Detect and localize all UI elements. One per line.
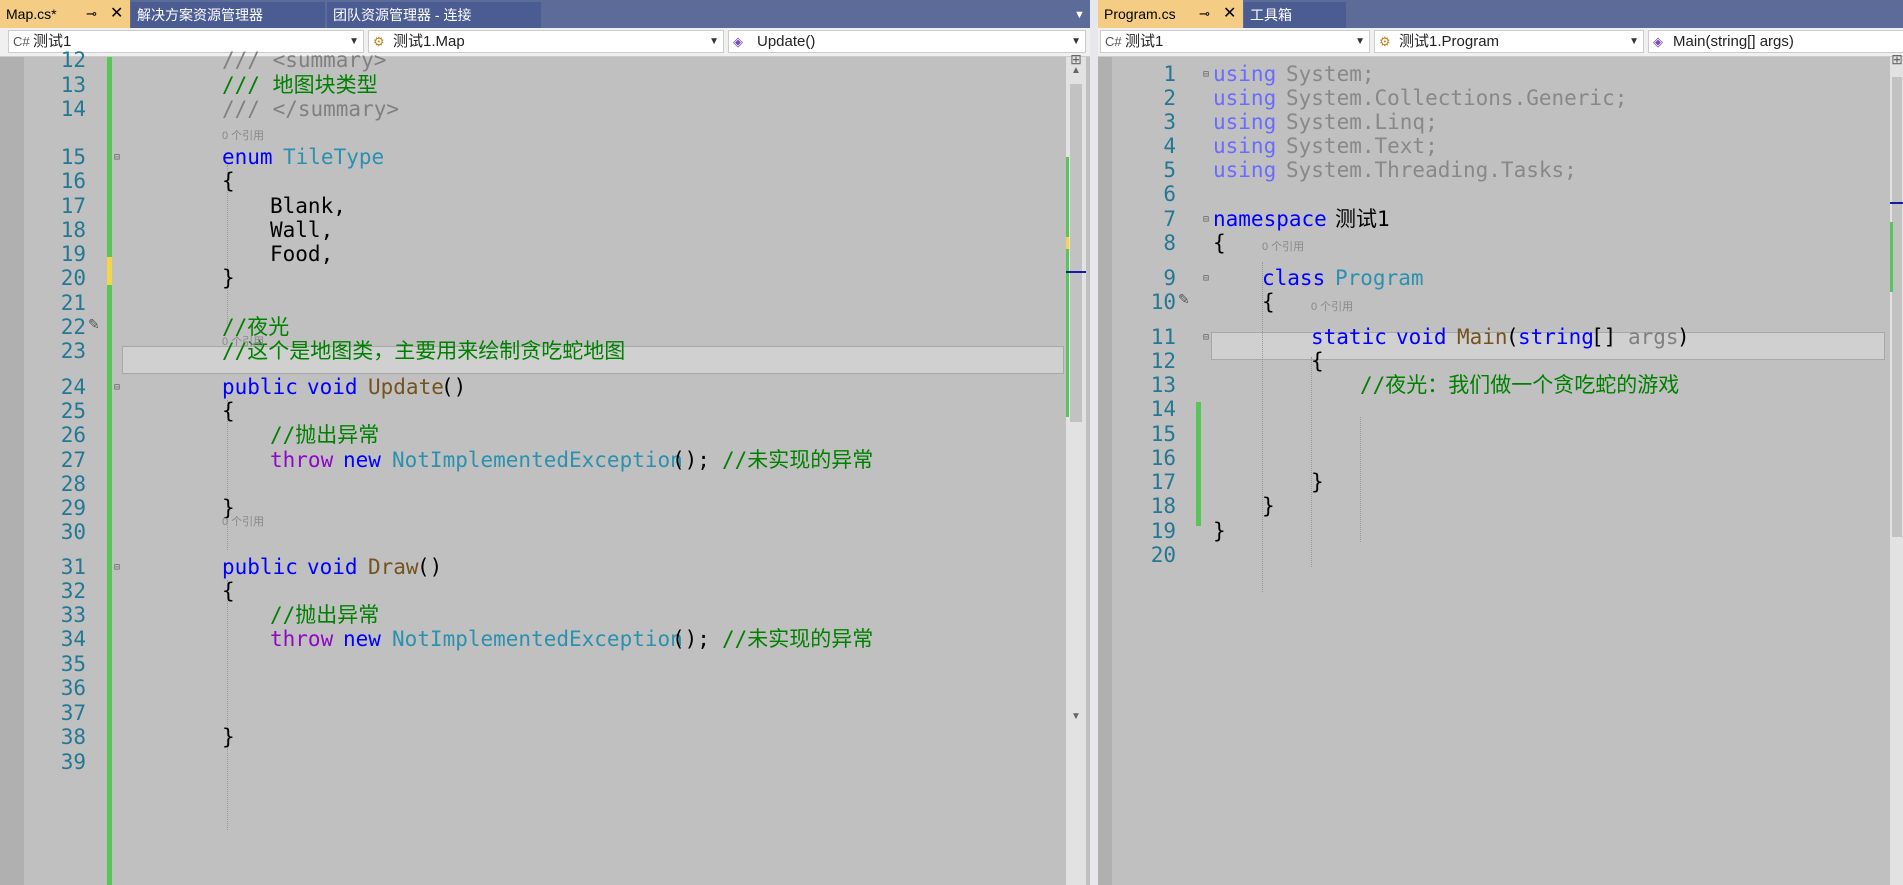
code-line-10: 10 ✎ {	[1098, 287, 1903, 317]
tab-label: Program.cs	[1104, 6, 1176, 22]
member-dropdown[interactable]: ◈ Main(string[] args)	[1648, 30, 1903, 53]
method-icon: ◈	[1653, 34, 1663, 49]
pane-splitter[interactable]	[1090, 0, 1098, 885]
quick-action-icon[interactable]: ✎	[1178, 291, 1190, 308]
chevron-down-icon: ▼	[1355, 36, 1365, 47]
caret-position-marker	[1066, 271, 1086, 273]
code-line-20: 20	[1098, 540, 1903, 570]
scrollbar-thumb[interactable]	[1892, 77, 1902, 537]
line-number: 14	[60, 97, 86, 121]
code-line-39: 39	[0, 747, 1090, 777]
change-marker	[1066, 157, 1069, 417]
tab-overflow-icon[interactable]: ▼	[1074, 2, 1085, 28]
right-navigation-bar: C# 测试1 ▼ ⚙ 测试1.Program ▼ ◈ Main(string[]…	[1098, 28, 1903, 57]
right-tab-bar: Program.cs ⊸ ✕ 工具箱	[1098, 0, 1903, 28]
change-marker	[1890, 222, 1893, 292]
collapse-icon[interactable]: ⊟	[114, 382, 120, 393]
close-icon[interactable]: ✕	[110, 0, 123, 28]
code-text: {	[1262, 290, 1275, 314]
project-dropdown[interactable]: C# 测试1 ▼	[1100, 30, 1370, 53]
chevron-down-icon: ▼	[1629, 36, 1639, 47]
quick-action-icon[interactable]: ✎	[88, 316, 100, 333]
collapse-icon[interactable]: ⊟	[114, 152, 120, 163]
reference-count-lens[interactable]: 0 个引用	[1311, 298, 1353, 314]
tab-team-explorer[interactable]: 团队资源管理器 - 连接	[327, 2, 541, 28]
tab-label: 团队资源管理器 - 连接	[333, 7, 472, 23]
close-icon[interactable]: ✕	[1223, 0, 1236, 28]
line-number: 10	[1150, 290, 1176, 314]
left-editor-pane: Map.cs* ⊸ ✕ 解决方案资源管理器 团队资源管理器 - 连接 ▼ C# …	[0, 0, 1090, 885]
split-view-icon[interactable]: ⊞	[1890, 51, 1903, 68]
tab-map-cs[interactable]: Map.cs* ⊸ ✕	[0, 0, 130, 28]
code-comment: //这个是地图类，主要用来绘制贪吃蛇地图	[222, 339, 626, 363]
scroll-down-arrow-icon[interactable]: ▼	[1066, 711, 1086, 722]
tab-toolbox[interactable]: 工具箱	[1244, 2, 1346, 28]
reference-count-lens[interactable]: 0 个引用	[222, 127, 264, 143]
collapse-icon[interactable]: ⊟	[114, 562, 120, 573]
code-text: {	[1213, 231, 1226, 255]
left-tab-bar: Map.cs* ⊸ ✕ 解决方案资源管理器 团队资源管理器 - 连接 ▼	[0, 0, 1090, 28]
tab-label: Map.cs*	[6, 6, 57, 22]
tab-label: 解决方案资源管理器	[137, 7, 263, 23]
tab-solution-explorer[interactable]: 解决方案资源管理器	[131, 2, 325, 28]
collapse-icon[interactable]: ⊟	[1203, 332, 1209, 343]
line-number: 23	[60, 339, 86, 363]
left-code-editor[interactable]: 12 /// <summary> 13 /// 地图块类型 14 /// </s…	[0, 48, 1090, 885]
code-line-23: 23 //这个是地图类，主要用来绘制贪吃蛇地图	[0, 336, 1090, 366]
line-number: 8	[1163, 231, 1176, 255]
tab-program-cs[interactable]: Program.cs ⊸ ✕	[1098, 0, 1243, 28]
line-number: 39	[60, 750, 86, 774]
reference-count-lens[interactable]: 0 个引用	[1262, 238, 1304, 254]
csharp-project-icon: C#	[1105, 34, 1122, 49]
member-dropdown-value: Main(string[] args)	[1673, 33, 1794, 50]
scrollbar-thumb[interactable]	[1070, 84, 1082, 422]
change-marker	[1066, 237, 1069, 249]
reference-count-lens[interactable]: 0 个引用	[222, 333, 264, 349]
project-dropdown-value: 测试1	[1125, 33, 1164, 50]
right-editor-pane: Program.cs ⊸ ✕ 工具箱 C# 测试1 ▼ ⚙ 测试1.Progra…	[1098, 0, 1903, 885]
pin-icon[interactable]: ⊸	[1199, 0, 1210, 28]
vertical-scrollbar[interactable]: ⊞ ▲ ▼	[1066, 51, 1086, 885]
line-number: 20	[1150, 543, 1176, 567]
line-number: 30	[60, 520, 86, 544]
reference-count-lens[interactable]: 0 个引用	[222, 513, 264, 529]
code-line-8: 8 {	[1098, 228, 1903, 258]
scroll-up-arrow-icon[interactable]: ▲	[1066, 65, 1086, 76]
vertical-scrollbar[interactable]: ⊞	[1890, 51, 1903, 885]
right-code-editor[interactable]: 1 ⊟ using System; 2 using System.Collect…	[1098, 51, 1903, 885]
class-icon: ⚙	[1379, 34, 1391, 49]
class-dropdown[interactable]: ⚙ 测试1.Program ▼	[1374, 30, 1644, 53]
code-line-14: 14 /// </summary>	[0, 94, 1090, 124]
collapse-icon[interactable]: ⊟	[1203, 69, 1209, 80]
caret-position-marker	[1890, 202, 1903, 204]
collapse-icon[interactable]: ⊟	[1203, 273, 1209, 284]
tab-label: 工具箱	[1250, 7, 1292, 23]
collapse-icon[interactable]: ⊟	[1203, 214, 1209, 225]
code-line-30: 30	[0, 517, 1090, 547]
class-dropdown-value: 测试1.Program	[1399, 33, 1500, 50]
pin-icon[interactable]: ⊸	[86, 0, 97, 28]
code-text: /// </summary>	[222, 97, 400, 121]
